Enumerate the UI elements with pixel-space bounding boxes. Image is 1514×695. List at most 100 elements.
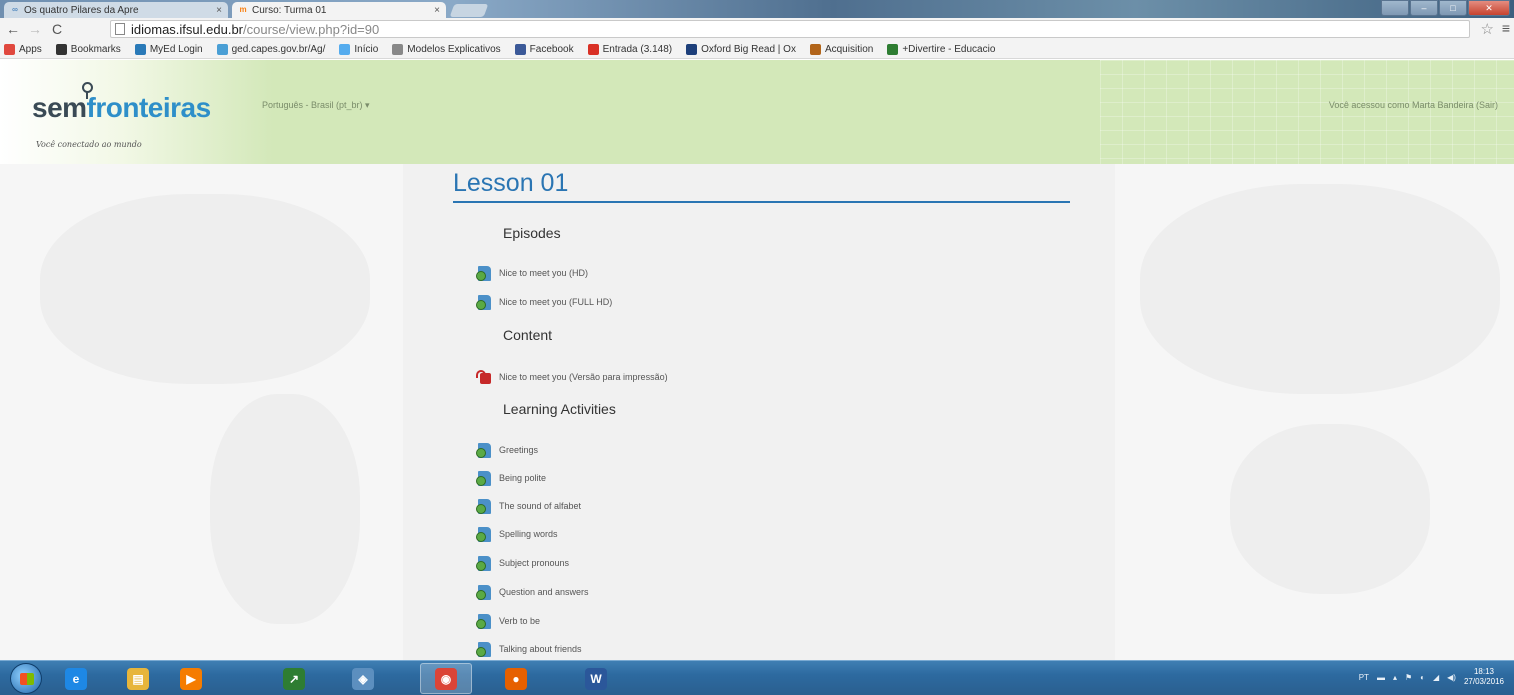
bookmark-label: ged.capes.gov.br/Ag/ [231, 43, 326, 55]
taskbar-file-explorer[interactable]: ▤ [112, 663, 164, 694]
bookmark-item[interactable]: Modelos Explicativos [392, 43, 501, 55]
ie-icon: e [65, 667, 87, 690]
browser-tab-1[interactable]: ∞ Os quatro Pilares da Apre × [4, 2, 228, 18]
bookmark-label: Entrada (3.148) [602, 43, 673, 55]
url-resource-icon [476, 265, 491, 281]
tab-label: Curso: Turma 01 [252, 4, 327, 16]
clock-time: 18:13 [1473, 667, 1494, 676]
url-resource-icon [476, 613, 491, 629]
clock[interactable]: 18:13 27/03/2016 [1464, 667, 1504, 687]
activity-link[interactable]: Spelling words [476, 525, 558, 543]
bookmark-item[interactable]: Apps [4, 43, 42, 55]
url-resource-icon [476, 498, 491, 514]
taskbar-internet-explorer[interactable]: e [50, 663, 102, 694]
window-controls: – □ ✕ [1381, 0, 1510, 16]
taskbar-network[interactable]: ◈ [337, 663, 389, 694]
bookmark-item[interactable]: Facebook [514, 43, 574, 55]
activity-label: Verb to be [499, 616, 541, 626]
minimize-button[interactable]: – [1410, 0, 1438, 16]
section-heading: Episodes [503, 225, 561, 241]
close-window-button[interactable]: ✕ [1468, 0, 1510, 16]
url-path: /course/view.php?id=90 [243, 21, 380, 37]
browser-tab-strip: ∞ Os quatro Pilares da Apre × m Curso: T… [0, 0, 1514, 18]
site-header [0, 60, 1514, 164]
bookmark-label: Modelos Explicativos [407, 43, 501, 55]
word-icon: W [585, 667, 607, 690]
browser-tab-2[interactable]: m Curso: Turma 01 × [232, 2, 446, 18]
bookmark-label: Apps [19, 43, 42, 55]
activity-label: Talking about friends [499, 644, 582, 654]
reload-icon[interactable]: C [48, 20, 66, 38]
volume-icon[interactable]: ◀) [1447, 673, 1456, 682]
activity-link[interactable]: Nice to meet you (HD) [476, 264, 588, 282]
clock-date: 27/03/2016 [1463, 677, 1504, 686]
address-bar[interactable]: idiomas.ifsul.edu.br/course/view.php?id=… [110, 20, 1470, 38]
myed-icon [134, 43, 146, 55]
acquisition-icon [809, 43, 821, 55]
taskbar-media-player[interactable]: ▶ [165, 663, 217, 694]
user-profile-button[interactable] [1381, 0, 1409, 16]
start-button[interactable] [10, 663, 42, 694]
menu-icon[interactable]: ≡ [1502, 20, 1510, 36]
infinity-icon: ∞ [12, 5, 18, 14]
bookmark-item[interactable]: Oxford Big Read | Ox [686, 43, 796, 55]
activity-link[interactable]: Being polite [476, 469, 546, 487]
taskbar-firefox[interactable]: ● [490, 663, 542, 694]
bookmark-item[interactable]: Entrada (3.148) [587, 43, 673, 55]
activity-label: Greetings [499, 445, 539, 455]
flag-icon[interactable]: ⚑ [1405, 673, 1412, 682]
star-icon [55, 43, 67, 55]
bookmark-item[interactable]: Início [339, 43, 378, 55]
activity-label: Subject pronouns [499, 558, 570, 568]
activity-link[interactable]: Subject pronouns [476, 554, 569, 572]
activity-link[interactable]: Greetings [476, 441, 538, 459]
bookmark-item[interactable]: +Divertire - Educacio [887, 43, 996, 55]
language-indicator[interactable]: PT [1359, 673, 1369, 682]
page-icon [115, 23, 125, 35]
signal-icon[interactable]: ◢ [1433, 673, 1439, 682]
activity-label: Nice to meet you (HD) [499, 268, 589, 278]
bookmark-label: +Divertire - Educacio [902, 43, 996, 55]
logged-in-user[interactable]: Você acessou como Marta Bandeira (Sair) [1329, 100, 1498, 110]
activity-label: Spelling words [499, 529, 558, 539]
bookmark-item[interactable]: MyEd Login [134, 43, 203, 55]
activity-link[interactable]: Question and answers [476, 583, 589, 601]
language-selector[interactable]: Português - Brasil (pt_br) ▾ [262, 100, 370, 111]
new-tab-button[interactable] [449, 4, 489, 17]
bookmark-item[interactable]: Acquisition [809, 43, 874, 55]
oxford-icon [686, 43, 698, 55]
activity-link[interactable]: Nice to meet you (FULL HD) [476, 293, 612, 311]
chart-icon: ↗ [283, 667, 305, 690]
apps-grid-icon [4, 43, 15, 55]
bookmark-label: Acquisition [824, 43, 874, 55]
activity-link[interactable]: The sound of alfabet [476, 497, 581, 515]
maximize-button[interactable]: □ [1439, 0, 1467, 16]
back-icon[interactable]: ← [4, 20, 22, 38]
bookmark-label: Bookmarks [70, 43, 121, 55]
facebook-icon [514, 43, 526, 55]
url-host: idiomas.ifsul.edu.br [131, 21, 243, 37]
close-icon[interactable]: × [216, 5, 222, 16]
network-tray-icon[interactable]: ◐ [1420, 673, 1425, 682]
show-hidden-icons[interactable]: ▴ [1393, 673, 1397, 682]
bookmark-item[interactable]: ged.capes.gov.br/Ag/ [216, 43, 326, 55]
activity-link[interactable]: Verb to be [476, 612, 540, 630]
activity-link[interactable]: Talking about friends [476, 640, 582, 658]
taskbar-task-manager[interactable]: ↗ [268, 663, 320, 694]
divertire-icon [887, 43, 899, 55]
activity-label: The sound of alfabet [499, 501, 582, 511]
gmail-icon [587, 43, 599, 55]
forward-icon[interactable]: → [26, 20, 44, 38]
bookmark-star-icon[interactable]: ☆ [1481, 20, 1494, 38]
activity-link[interactable]: Nice to meet you (Versão para impressão) [476, 368, 668, 386]
keyboard-icon[interactable]: ▬ [1377, 673, 1385, 682]
taskbar-word[interactable]: W [570, 663, 622, 694]
site-logo[interactable]: semfronteiras [32, 92, 211, 124]
twitter-icon [339, 43, 351, 55]
chrome-icon: ◉ [435, 667, 457, 690]
close-icon[interactable]: × [434, 5, 440, 16]
title-divider [453, 201, 1070, 203]
bookmark-item[interactable]: Bookmarks [55, 43, 121, 55]
browser-toolbar: ← → C idiomas.ifsul.edu.br/course/view.p… [0, 18, 1514, 40]
taskbar-chrome[interactable]: ◉ [420, 663, 472, 694]
